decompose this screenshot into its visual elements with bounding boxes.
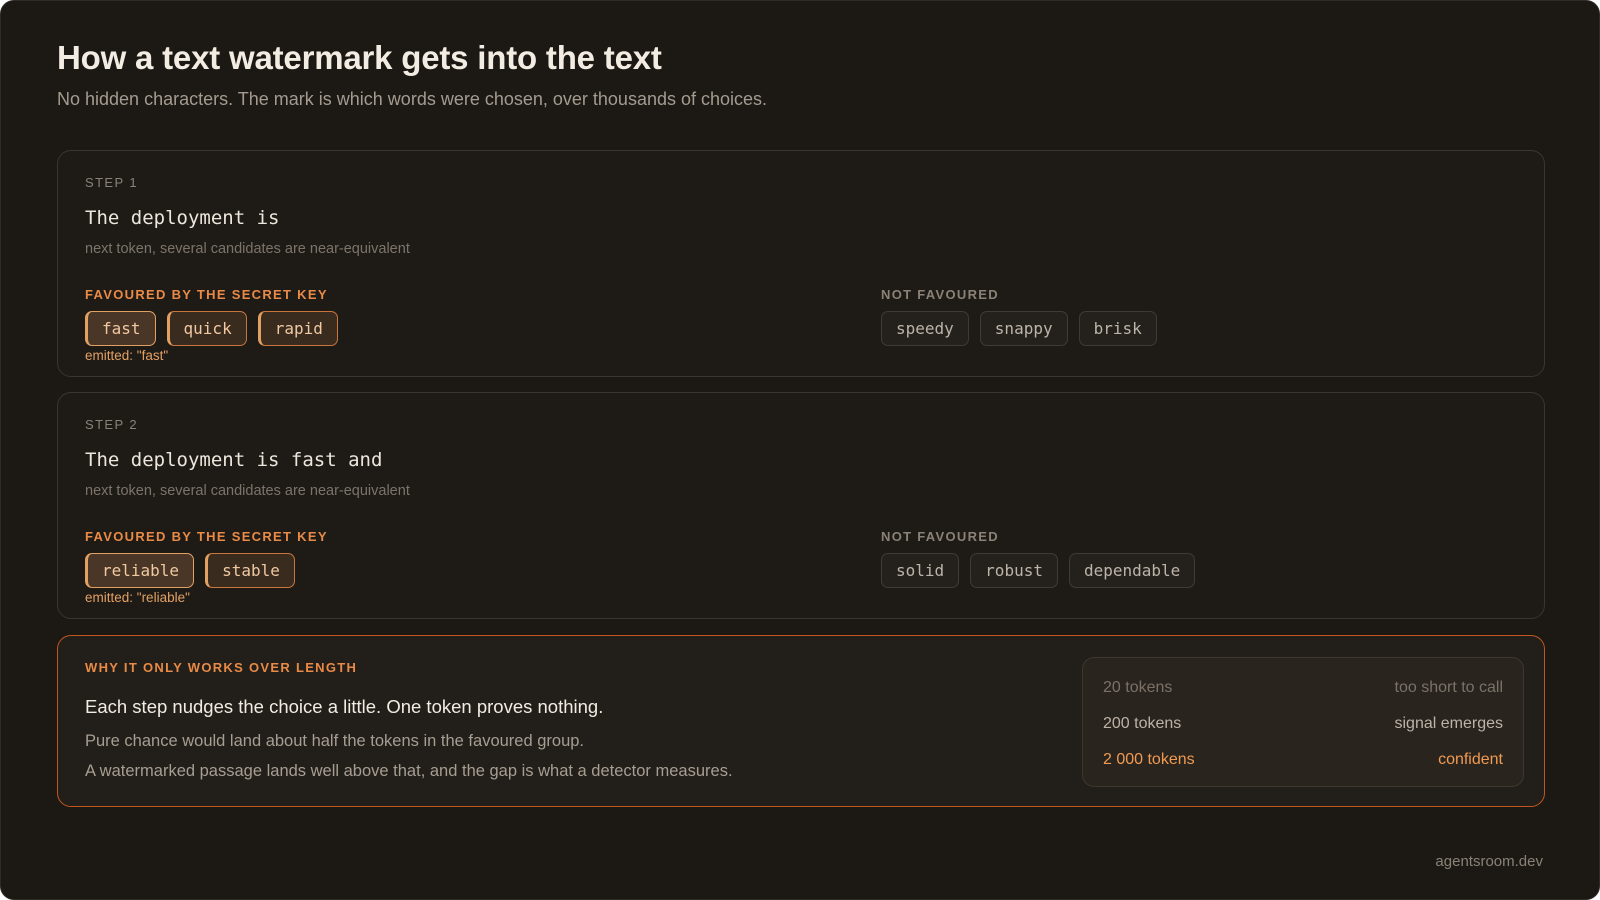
page-subtitle: No hidden characters. The mark is which … bbox=[57, 89, 768, 109]
length-heading: WHY IT ONLY WORKS OVER LENGTH bbox=[85, 660, 358, 675]
step-hint: next token, several candidates are near-… bbox=[85, 241, 410, 257]
step-card-2: STEP 2 The deployment is fast and next t… bbox=[57, 392, 1545, 619]
token-verdict: confident bbox=[1438, 751, 1503, 768]
favoured-heading: FAVOURED BY THE SECRET KEY bbox=[85, 529, 328, 544]
not-favoured-chip-row: speedy snappy brisk bbox=[881, 311, 1157, 346]
token-count: 2 000 tokens bbox=[1103, 751, 1195, 768]
favoured-chip-emitted: reliable bbox=[85, 553, 195, 588]
step-card-1: STEP 1 The deployment is next token, sev… bbox=[57, 150, 1545, 377]
step-sentence: The deployment is bbox=[85, 207, 280, 229]
emitted-note: emitted: "reliable" bbox=[85, 590, 190, 605]
step-label: STEP 1 bbox=[85, 175, 138, 190]
not-favoured-heading: NOT FAVOURED bbox=[881, 529, 999, 544]
token-row: 20 tokens too short to call bbox=[1103, 676, 1503, 700]
emitted-note: emitted: "fast" bbox=[85, 348, 169, 363]
length-explainer-panel: WHY IT ONLY WORKS OVER LENGTH Each step … bbox=[57, 635, 1545, 807]
length-body-line: Pure chance would land about half the to… bbox=[85, 732, 585, 750]
favoured-chip: quick bbox=[166, 311, 247, 346]
token-verdict: too short to call bbox=[1394, 679, 1504, 696]
not-favoured-chip: snappy bbox=[979, 311, 1068, 346]
favoured-chip: stable bbox=[205, 553, 295, 588]
favoured-chip-row: reliable stable bbox=[85, 553, 295, 588]
slide-frame: How a text watermark gets into the text … bbox=[0, 0, 1600, 900]
step-label: STEP 2 bbox=[85, 417, 138, 432]
favoured-heading: FAVOURED BY THE SECRET KEY bbox=[85, 287, 328, 302]
favoured-chip-emitted: fast bbox=[85, 311, 156, 346]
not-favoured-chip: dependable bbox=[1068, 553, 1196, 588]
length-body-line: A watermarked passage lands well above t… bbox=[85, 762, 733, 780]
not-favoured-chip: brisk bbox=[1078, 311, 1157, 346]
token-count: 20 tokens bbox=[1103, 679, 1173, 696]
not-favoured-chip: speedy bbox=[881, 311, 969, 346]
favoured-chip: rapid bbox=[257, 311, 338, 346]
token-row: 200 tokens signal emerges bbox=[1103, 712, 1503, 736]
step-hint: next token, several candidates are near-… bbox=[85, 483, 410, 499]
not-favoured-chip: robust bbox=[970, 553, 1058, 588]
not-favoured-chip: solid bbox=[881, 553, 960, 588]
favoured-chip-row: fast quick rapid bbox=[85, 311, 338, 346]
token-count: 200 tokens bbox=[1103, 715, 1182, 732]
not-favoured-chip-row: solid robust dependable bbox=[881, 553, 1196, 588]
footer-brand: agentsroom.dev bbox=[1435, 853, 1543, 870]
token-verdict: signal emerges bbox=[1394, 715, 1504, 732]
token-length-table: 20 tokens too short to call 200 tokens s… bbox=[1082, 657, 1524, 787]
token-row: 2 000 tokens confident bbox=[1103, 748, 1503, 772]
length-lead: Each step nudges the choice a little. On… bbox=[85, 696, 604, 717]
not-favoured-heading: NOT FAVOURED bbox=[881, 287, 999, 302]
page-title: How a text watermark gets into the text bbox=[57, 39, 662, 76]
step-sentence: The deployment is fast and bbox=[85, 449, 383, 471]
